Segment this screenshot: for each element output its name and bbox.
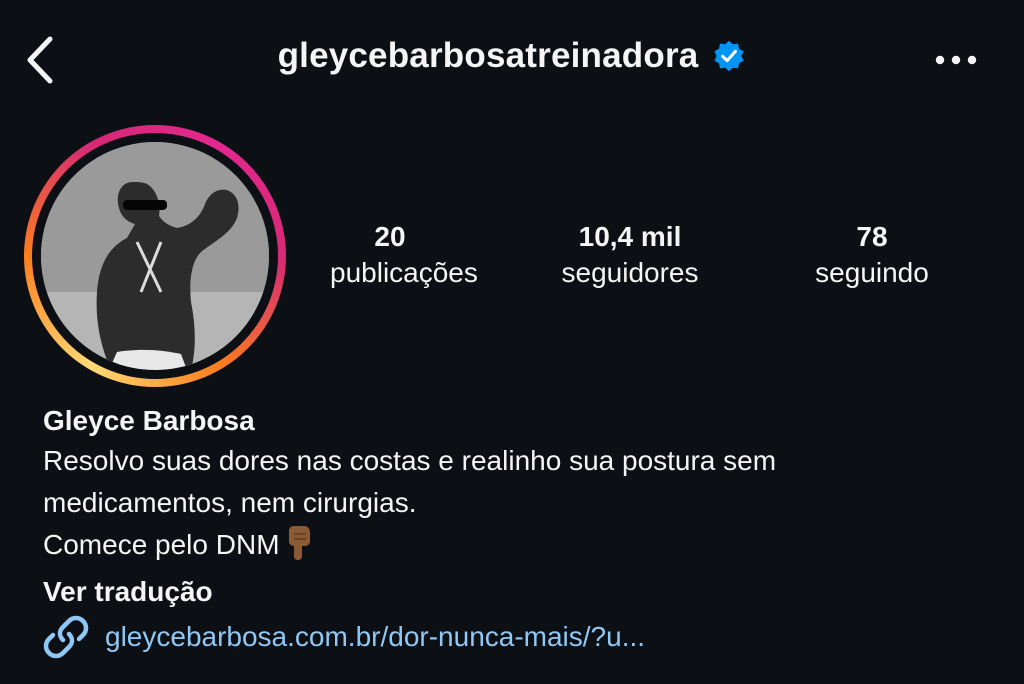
stat-following[interactable]: 78 seguindo	[800, 220, 944, 292]
profile-name: Gleyce Barbosa	[43, 405, 255, 436]
profile-link-row[interactable]: gleycebarbosa.com.br/dor-nunca-mais/?u..…	[43, 614, 645, 660]
following-count: 78	[856, 221, 888, 252]
followers-count: 10,4 mil	[578, 221, 682, 252]
profile-avatar[interactable]	[41, 142, 269, 370]
stat-followers[interactable]: 10,4 mil seguidores	[540, 220, 720, 292]
posts-label: publicações	[330, 257, 478, 288]
profile-link[interactable]: gleycebarbosa.com.br/dor-nunca-mais/?u..…	[105, 621, 645, 653]
see-translation-link[interactable]: Ver tradução	[43, 572, 1003, 612]
posts-count: 20	[374, 221, 406, 252]
story-ring[interactable]	[24, 125, 286, 387]
profile-header: gleycebarbosatreinadora	[0, 0, 1024, 120]
pointing-down-emoji	[286, 524, 312, 572]
bio-line-3-wrap: Comece pelo DNM	[43, 524, 1003, 572]
verified-badge-icon	[712, 39, 746, 73]
stat-posts[interactable]: 20 publicações	[330, 220, 478, 292]
more-horizontal-icon	[935, 55, 977, 65]
followers-label: seguidores	[561, 257, 699, 288]
bio-line-3: Comece pelo DNM	[43, 529, 280, 560]
profile-username: gleycebarbosatreinadora	[277, 36, 699, 75]
more-options-button[interactable]	[928, 40, 984, 80]
bio-line-1: Resolvo suas dores nas costas e realinho…	[43, 445, 777, 476]
title-wrap: gleycebarbosatreinadora	[0, 36, 1024, 76]
bio-line-2: medicamentos, nem cirurgias.	[43, 487, 417, 518]
following-label: seguindo	[815, 257, 929, 288]
link-icon	[43, 615, 89, 659]
profile-bio: Gleyce Barbosa Resolvo suas dores nas co…	[43, 402, 1003, 612]
avatar-photo	[41, 142, 269, 370]
